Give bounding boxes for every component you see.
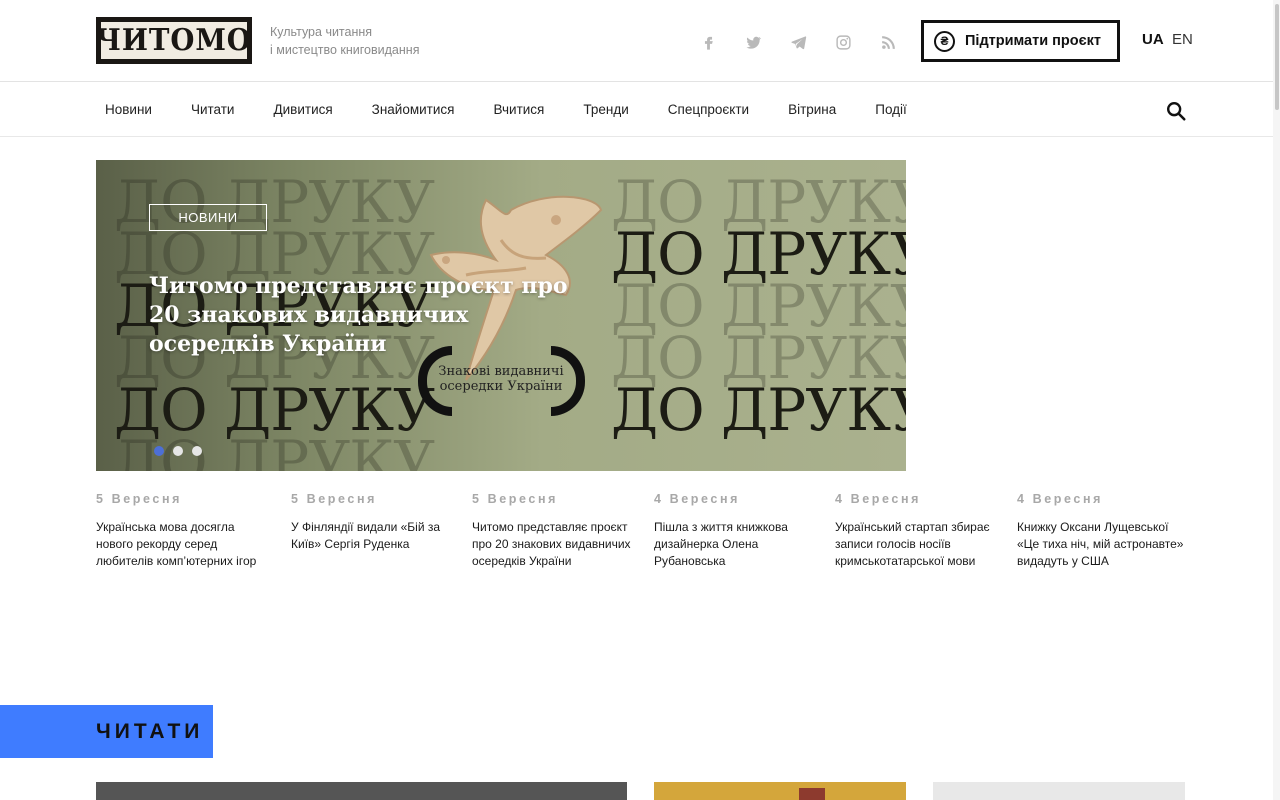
slider-dot-1[interactable] [154,446,164,456]
card-decoration [799,788,825,800]
nav-item-watch[interactable]: Дивитися [273,102,332,117]
hero-bracket-text: Знакові видавничі осередки України [438,364,564,394]
site-tagline: Культура читання і мистецтво книговиданн… [270,23,490,59]
news-item[interactable]: 4 Вересня Книжку Оксани Лущевської «Це т… [1017,492,1185,570]
page-scrollbar-track[interactable] [1273,0,1280,800]
nav-item-showcase[interactable]: Вітрина [788,102,836,117]
support-button-label: Підтримати проєкт [965,33,1102,49]
news-date: 4 Вересня [654,492,741,506]
nav-item-special-projects[interactable]: Спецпроєкти [668,102,749,117]
news-date: 5 Вересня [96,492,183,506]
news-title[interactable]: Читомо представляє проєкт про 20 знакови… [472,519,632,570]
page-scrollbar-thumb[interactable] [1275,4,1279,110]
news-date: 4 Вересня [1017,492,1104,506]
rss-icon[interactable] [866,28,911,56]
facebook-icon[interactable] [686,28,731,56]
slider-dots [154,446,202,456]
news-date: 4 Вересня [835,492,922,506]
latest-news-row: 5 Вересня Українська мова досягла нового… [0,492,1280,592]
hero-slider[interactable]: ДО ДРУКУ ДО ДРУКУ ДО ДРУКУ ДО ДРУКУ ДО Д… [96,160,906,471]
news-item[interactable]: 5 Вересня Читомо представляє проєкт про … [472,492,632,570]
article-card-image[interactable] [96,782,627,800]
bg-word: ДО ДРУКУ [611,168,906,236]
news-title[interactable]: Книжку Оксани Лущевської «Це тиха ніч, м… [1017,519,1185,570]
hero-bg-typography-right: ДО ДРУКУ ДО ДРУКУ ДО ДРУКУ ДО ДРУКУ ДО Д… [611,168,906,439]
slider-dot-3[interactable] [192,446,202,456]
logo-frame: ЧИТОМО [98,19,250,62]
news-title[interactable]: Український стартап збирає записи голосі… [835,519,995,570]
news-date: 5 Вересня [291,492,378,506]
section-heading-read[interactable]: ЧИТАТИ [0,705,213,758]
news-date: 5 Вересня [472,492,559,506]
support-project-button[interactable]: ₴ Підтримати проєкт [921,20,1120,62]
news-title[interactable]: Українська мова досягла нового рекорду с… [96,519,261,570]
social-links [686,28,911,56]
news-item[interactable]: 5 Вересня Українська мова досягла нового… [96,492,261,570]
article-card-image[interactable] [654,782,906,800]
hero-title[interactable]: Читомо представляє проєкт про 20 знакови… [149,272,569,359]
nav-item-trends[interactable]: Тренди [583,102,628,117]
main-nav: Новини Читати Дивитися Знайомитися Вчити… [0,83,1280,137]
lang-ua-link[interactable]: UA [1142,31,1164,48]
logo-text: ЧИТОМО [96,23,252,58]
nav-list: Новини Читати Дивитися Знайомитися Вчити… [105,102,946,117]
news-item[interactable]: 4 Вересня Пішла з життя книжкова дизайне… [654,492,804,570]
news-item[interactable]: 4 Вересня Український стартап збирає зап… [835,492,995,570]
nav-item-events[interactable]: Події [875,102,907,117]
lang-en-link[interactable]: EN [1172,31,1193,48]
bg-word: ДО ДРУКУ [611,324,906,392]
instagram-icon[interactable] [821,28,866,56]
twitter-icon[interactable] [731,28,776,56]
news-item[interactable]: 5 Вересня У Фінляндії видали «Бій за Киї… [291,492,441,553]
news-title[interactable]: У Фінляндії видали «Бій за Київ» Сергія … [291,519,441,553]
site-logo[interactable]: ЧИТОМО [96,17,252,64]
article-card-image[interactable] [933,782,1185,800]
news-title[interactable]: Пішла з життя книжкова дизайнерка Олена … [654,519,804,570]
site-header: ЧИТОМО Культура читання і мистецтво книг… [0,0,1280,82]
search-icon[interactable] [1165,100,1187,122]
hryvnia-icon: ₴ [934,30,955,52]
tagline-line-2: і мистецтво книговидання [270,43,420,57]
nav-item-learn[interactable]: Вчитися [493,102,544,117]
hero-category-badge[interactable]: НОВИНИ [149,204,267,231]
telegram-icon[interactable] [776,28,821,56]
nav-item-read[interactable]: Читати [191,102,235,117]
nav-item-meet[interactable]: Знайомитися [372,102,455,117]
slider-dot-2[interactable] [173,446,183,456]
tagline-line-1: Культура читання [270,25,373,39]
nav-item-news[interactable]: Новини [105,102,152,117]
